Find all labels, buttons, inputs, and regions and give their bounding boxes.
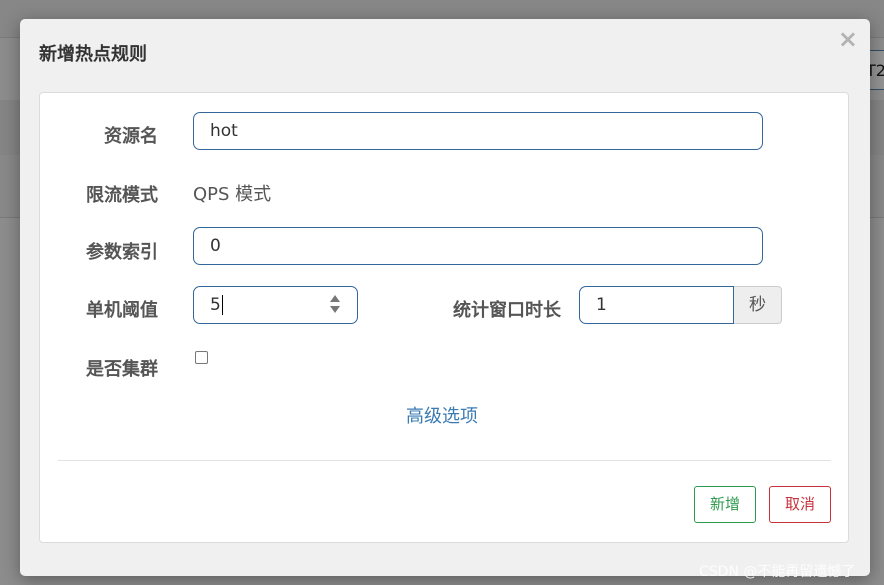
text-cursor	[221, 295, 223, 315]
add-hotspot-rule-dialog: 新增热点规则 × 资源名 hot 限流模式 QPS 模式 参数索引 0 单机阈值…	[20, 19, 870, 576]
cluster-label: 是否集群	[86, 359, 158, 380]
close-icon[interactable]: ×	[838, 27, 858, 51]
advanced-options-link[interactable]: 高级选项	[406, 402, 478, 428]
spinner-down-icon[interactable]	[330, 306, 340, 313]
spinner-up-icon[interactable]	[330, 295, 340, 302]
form-divider	[58, 460, 831, 461]
param-index-label: 参数索引	[86, 242, 158, 263]
cancel-button[interactable]: 取消	[769, 486, 831, 523]
dialog-title: 新增热点规则	[39, 44, 147, 65]
stat-window-input[interactable]: 1	[579, 286, 734, 324]
resource-name-input[interactable]: hot	[193, 112, 763, 150]
cluster-checkbox[interactable]	[195, 351, 208, 364]
param-index-input[interactable]: 0	[193, 227, 763, 265]
add-button[interactable]: 新增	[694, 486, 756, 523]
resource-name-label: 资源名	[104, 126, 158, 147]
threshold-label: 单机阈值	[86, 300, 158, 321]
threshold-number-input[interactable]: 5	[193, 286, 358, 324]
rule-form-panel: 资源名 hot 限流模式 QPS 模式 参数索引 0 单机阈值 5 统计窗口时长…	[39, 92, 849, 543]
stat-window-label: 统计窗口时长	[453, 300, 561, 321]
flow-mode-label: 限流模式	[86, 185, 158, 206]
flow-mode-value: QPS 模式	[193, 184, 272, 205]
threshold-value: 5	[210, 295, 221, 315]
watermark-text: CSDN @不能再留遗憾了	[699, 564, 856, 580]
number-spinner[interactable]	[330, 295, 340, 315]
stat-window-unit: 秒	[734, 286, 782, 324]
